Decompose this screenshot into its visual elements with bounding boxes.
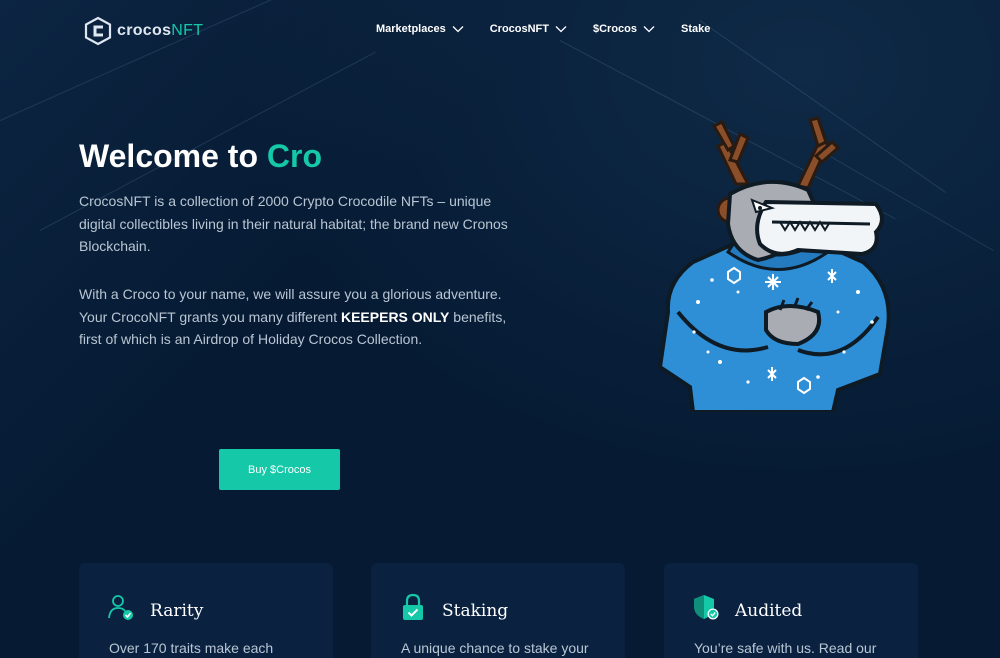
feature-card-staking: Staking A unique chance to stake your	[371, 563, 625, 658]
hero-title: Welcome to Cro	[79, 138, 322, 174]
nav-label: $Crocos	[593, 23, 638, 35]
nav-crocosnft[interactable]: CrocosNFT	[490, 23, 567, 35]
feature-title: Rarity	[150, 601, 204, 621]
site-header: crocosNFT Marketplaces CrocosNFT $Crocos…	[0, 0, 1000, 62]
feature-text: You’re safe with us. Read our	[694, 640, 877, 656]
chevron-down-icon	[452, 26, 464, 33]
chevron-down-icon	[643, 26, 655, 33]
hero-benefits-text: With a Croco to your name, we will assur…	[79, 286, 507, 348]
feature-card-audited: Audited You’re safe with us. Read our	[664, 563, 918, 658]
feature-title: Staking	[442, 601, 509, 621]
feature-card-rarity: Rarity Over 170 traits make each	[79, 563, 333, 658]
croco-mascot-image	[657, 116, 891, 412]
nav-label: Marketplaces	[376, 23, 446, 35]
feature-text: A unique chance to stake your	[401, 640, 589, 656]
lock-check-icon	[403, 593, 423, 620]
logo-text: crocosNFT	[117, 22, 204, 39]
nav-crocos-token[interactable]: $Crocos	[593, 23, 655, 35]
user-check-icon	[108, 595, 133, 620]
chevron-down-icon	[555, 26, 567, 33]
nav-label: Stake	[681, 23, 711, 35]
shield-check-icon	[694, 595, 719, 620]
buy-crocos-button[interactable]: Buy $Crocos	[219, 449, 340, 490]
feature-title: Audited	[735, 601, 803, 621]
nav-stake[interactable]: Stake	[681, 23, 710, 35]
hero-title-accent: Cro	[266, 138, 322, 174]
logo[interactable]: crocosNFT	[83, 16, 203, 46]
nav-label: CrocosNFT	[489, 23, 549, 35]
main-nav: Marketplaces CrocosNFT $Crocos Stake	[376, 23, 736, 35]
nav-marketplaces[interactable]: Marketplaces	[376, 23, 464, 35]
crocos-logo-icon	[84, 16, 112, 46]
feature-text: Over 170 traits make each	[109, 640, 274, 656]
hero-description: CrocosNFT is a collection of 2000 Crypto…	[79, 193, 508, 255]
